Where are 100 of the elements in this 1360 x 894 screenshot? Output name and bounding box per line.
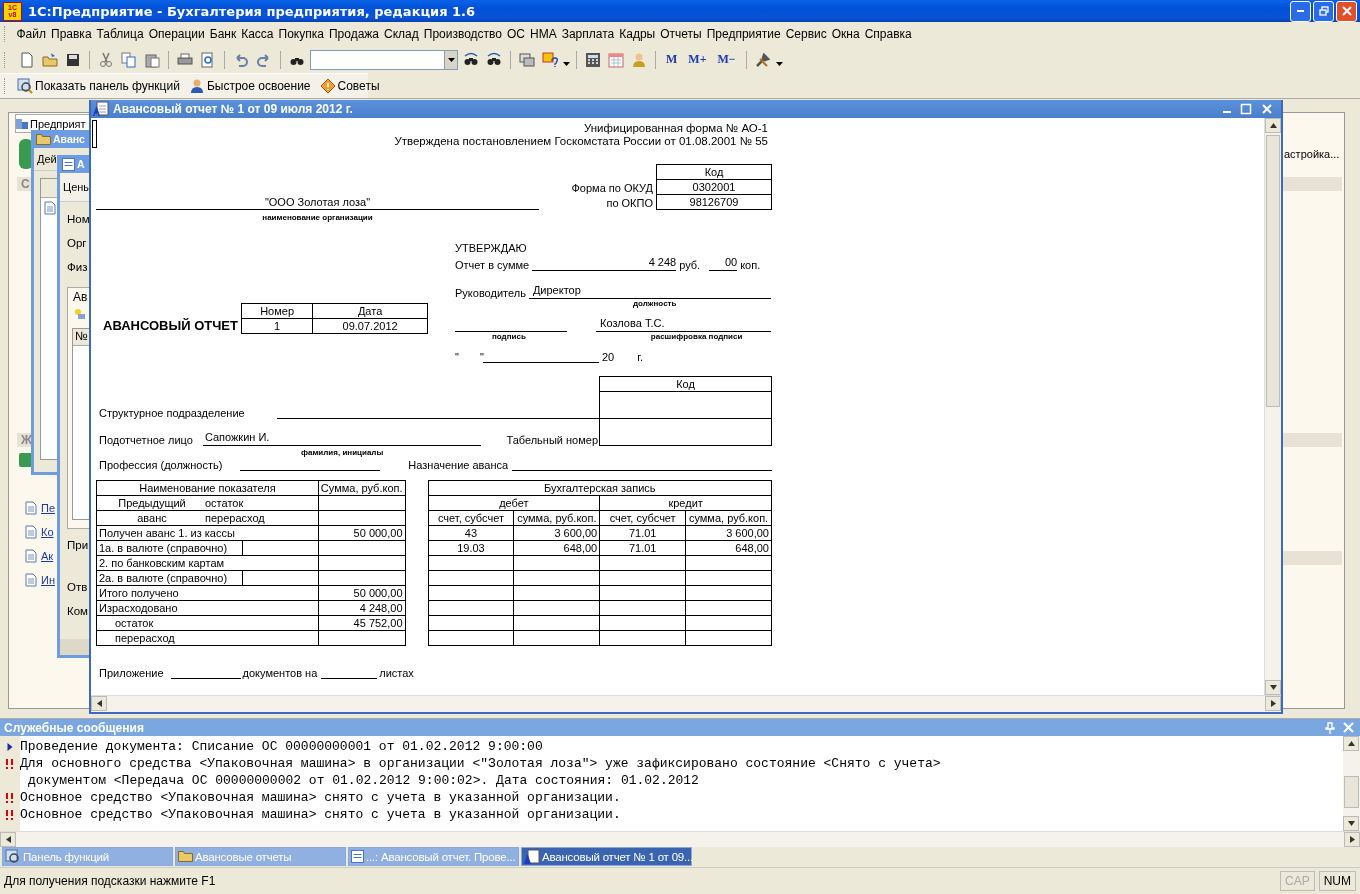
document-icon	[24, 501, 38, 515]
table-cell: 1а. в валюте (справочно)	[96, 540, 243, 556]
maximize-icon[interactable]	[1240, 103, 1252, 115]
right-arrow-icon[interactable]	[1348, 836, 1356, 843]
message-text: Для основного средства <Упаковочная машина> в организации <"Золотая лоза"> уже зафиксировано состояние <Снято с учета>	[20, 756, 941, 771]
message-text: Проведение документа: Списание ОС 00000000001 от 01.02.2012 9:00:00	[20, 739, 543, 754]
table-cell: перерасход	[96, 630, 319, 646]
table-cell: 19.03	[428, 540, 514, 556]
table-cell: Получен аванс 1. из кассы	[96, 525, 319, 541]
status-hint: Для получения подсказки нажмите F1	[4, 874, 217, 888]
panel-link[interactable]: Ин	[41, 574, 55, 586]
table-header: Код	[599, 376, 772, 392]
menu-item[interactable]: Отчеты	[657, 27, 705, 41]
settings-link[interactable]: астройка...	[1284, 148, 1340, 160]
table-cell: 2а. в валюте (справочно)	[96, 570, 243, 586]
close-icon[interactable]	[1343, 722, 1354, 733]
horizontal-scrollbar[interactable]	[91, 695, 1281, 712]
down-arrow-icon[interactable]	[1269, 684, 1277, 691]
field-label: листах	[379, 667, 414, 679]
table-cell: Итого получено	[96, 585, 319, 601]
spreadsheet-document-icon	[524, 848, 540, 865]
toolbar-button[interactable]: Советы	[316, 77, 383, 95]
menu-item[interactable]: Операции	[146, 27, 208, 41]
field-label: Ком	[67, 605, 88, 617]
field-label: Структурное подразделение	[99, 407, 245, 419]
report-window: Авансовый отчет № 1 от 09 июля 2012 г. Унифицированная форма № АО-1 Утверждена постановлением Госкомстата России от 01.08.2001 № 55 "ООО Золотая лоза" наименование организации Код Форма по ОКУД 0302001 по ОКПО 98126709 АВАНСОВЫЙ ОТЧЕТ Номер Дата 1 09.07.2012 УТВЕРЖДАЮ Отчет в сумме 4 248 руб. 00 коп. Руководитель Директор должность Козлова Т.С. подпись расшифровка подписи " " 20 г. Структурное подразделение Подотчетное лицо Сапожкин И. Табельный номер Код фамилия, инициалы Профессия (должность) Назначение аванса Наименование показателя Сумма, руб.коп. Предыдущий остаток аванс перерасход Получен аванс 1. из кассы 50 000,00 1а. в валюте (справочно) 2. по банковским картам 2а. в валюте (справочно) Итого получено 50 000,00 Израсходовано 4 248,00 остаток 45 752,00 перерасход Бухгалтерская запись дебет кредит счет, субсчет сумма, руб.коп. счет, субсчет сумма, руб.коп. 43 3 600,00 71.01 3 600,00 19.03 648,00 71.01 648,00 Приложение документов на листах	[89, 100, 1283, 714]
organization-name: "ООО Золотая лоза"	[96, 196, 539, 210]
menu-item[interactable]: Покупка	[276, 27, 327, 41]
up-arrow-icon[interactable]	[1347, 740, 1355, 747]
menu-item[interactable]: Сервис	[783, 27, 830, 41]
person-icon	[188, 78, 205, 94]
table-cell: 50 000,00	[318, 525, 406, 541]
memory-button[interactable]: M+	[684, 52, 711, 67]
restore-icon	[1318, 6, 1329, 16]
table-cell: остаток	[96, 615, 319, 631]
horizontal-scrollbar[interactable]	[0, 831, 1360, 847]
panel-link[interactable]: Пе	[41, 502, 56, 514]
menu-item[interactable]: Предприятие	[704, 27, 784, 41]
toolbar-button[interactable]: Быстрое освоение	[185, 77, 314, 95]
close-button[interactable]	[1336, 0, 1357, 22]
taskbar-button[interactable]: Авансовый отчет № 1 от 09...	[521, 847, 692, 866]
menu-item[interactable]: Банк	[207, 27, 239, 41]
menu-item[interactable]: НМА	[527, 27, 560, 41]
restore-button[interactable]	[1313, 0, 1334, 22]
menu-item[interactable]: ОС	[504, 27, 528, 41]
menu-item[interactable]: Справка	[862, 27, 915, 41]
menu-item[interactable]: Файл	[14, 27, 49, 41]
down-arrow-icon[interactable]	[1347, 820, 1355, 827]
field-label: Табельный номер	[506, 434, 598, 446]
table-header: кредит	[599, 495, 772, 511]
toolbar-button[interactable]: Показать панель функций	[14, 77, 183, 95]
table-header: сумма, руб.коп.	[513, 510, 600, 526]
panel-link[interactable]: Ко	[41, 526, 54, 538]
error-icon	[4, 792, 16, 803]
caret-icon[interactable]	[775, 61, 783, 66]
left-arrow-icon[interactable]	[95, 700, 103, 707]
table-cell: 1	[241, 318, 313, 334]
pin-icon[interactable]	[1325, 721, 1335, 734]
form-icon	[351, 850, 364, 863]
menu-item[interactable]: Зарплата	[559, 27, 617, 41]
table-cell: 43	[428, 525, 514, 541]
panel-link[interactable]: Ак	[41, 550, 54, 562]
field-label: документов на	[242, 667, 318, 679]
row-label: Предыдущий	[117, 496, 187, 510]
field-label: Приложение	[99, 667, 164, 679]
field-label: Отв	[67, 581, 88, 593]
menu-item[interactable]: Кадры	[616, 27, 658, 41]
code-label: Форма по ОКУД	[571, 181, 653, 194]
year-text: 20	[602, 351, 615, 363]
add-icon[interactable]	[74, 308, 86, 320]
field-label: Отчет в сумме	[455, 259, 530, 271]
menu-item[interactable]: Окна	[829, 27, 863, 41]
minimize-button[interactable]	[1290, 0, 1311, 22]
left-arrow-icon[interactable]	[4, 836, 12, 843]
memory-button[interactable]: M−	[713, 52, 740, 67]
right-arrow-icon[interactable]	[1269, 700, 1277, 707]
tip-icon	[319, 78, 336, 94]
dropdown-arrow-icon	[447, 57, 455, 62]
vertical-scrollbar[interactable]	[1343, 736, 1360, 831]
up-arrow-icon[interactable]	[1269, 122, 1277, 129]
menu-item[interactable]: Правка	[48, 27, 95, 41]
actions-menu[interactable]: Дей	[37, 153, 57, 165]
help-icon[interactable]	[540, 49, 560, 70]
menu-item[interactable]: Продажа	[326, 27, 382, 41]
vertical-scrollbar[interactable]	[1264, 118, 1281, 695]
menu-item[interactable]: Производство	[421, 27, 505, 41]
menu-item[interactable]: Склад	[381, 27, 422, 41]
memory-button[interactable]: M	[662, 52, 682, 67]
table-cell: 3 600,00	[513, 525, 600, 541]
group-tab[interactable]: Ав	[73, 290, 88, 304]
menu-item[interactable]: Таблица	[94, 27, 147, 41]
error-icon	[4, 809, 16, 820]
message-text: Основное средство <Упаковочная машина> снято с учета в указанной организации.	[20, 790, 621, 805]
close-icon[interactable]	[1261, 103, 1273, 115]
caret-icon[interactable]	[563, 61, 570, 66]
copy-icon[interactable]	[119, 49, 139, 70]
search-combo-field[interactable]	[310, 49, 458, 70]
menu-item[interactable]: Касса	[238, 27, 277, 41]
field-caption: подпись	[492, 332, 526, 341]
position-field: Директор	[528, 284, 771, 299]
